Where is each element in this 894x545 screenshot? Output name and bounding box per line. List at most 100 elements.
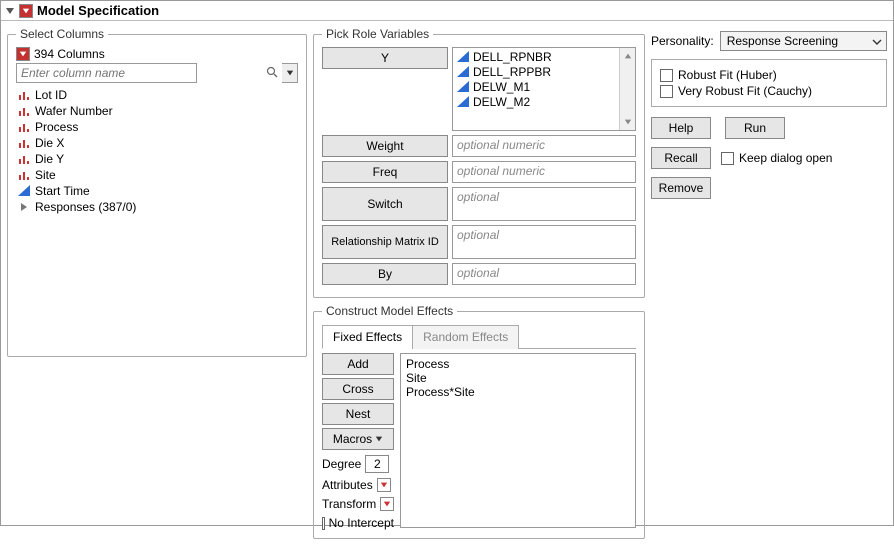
effect-item[interactable]: Process*Site — [406, 385, 630, 399]
very-robust-fit-checkbox[interactable] — [660, 85, 673, 98]
macros-button[interactable]: Macros — [322, 428, 394, 450]
column-label: Start Time — [35, 184, 90, 198]
middle-column: Pick Role Variables Y DELL_RPNBR DELL_RP… — [313, 27, 645, 539]
list-item[interactable]: Die Y — [16, 151, 298, 167]
attributes-hotspot-button[interactable] — [377, 478, 391, 492]
column-list[interactable]: Lot ID Wafer Number Process Die X — [16, 87, 298, 337]
search-icon — [266, 66, 278, 78]
effects-buttons: Add Cross Nest Macros Degree Attributes — [322, 353, 394, 530]
list-item[interactable]: Die X — [16, 135, 298, 151]
no-intercept-row[interactable]: No Intercept — [322, 516, 394, 530]
relmatrix-button[interactable]: Relationship Matrix ID — [322, 225, 448, 259]
nominal-icon — [18, 153, 30, 165]
recall-button[interactable]: Recall — [651, 147, 711, 169]
nominal-icon — [18, 169, 30, 181]
by-button[interactable]: By — [322, 263, 448, 285]
transform-row: Transform — [322, 497, 394, 511]
cross-button[interactable]: Cross — [322, 378, 394, 400]
freq-button[interactable]: Freq — [322, 161, 448, 183]
freq-field[interactable]: optional numeric — [452, 161, 636, 183]
personality-select[interactable]: Response Screening — [720, 31, 887, 51]
hotspot-button[interactable] — [19, 4, 33, 18]
relmatrix-field[interactable]: optional — [452, 225, 636, 259]
y-item[interactable]: DELL_RPNBR — [457, 50, 615, 65]
remove-button[interactable]: Remove — [651, 177, 711, 199]
help-button[interactable]: Help — [651, 117, 711, 139]
select-columns-panel: Select Columns 394 Columns — [7, 27, 307, 539]
tab-random-effects[interactable]: Random Effects — [412, 325, 519, 349]
list-item[interactable]: Lot ID — [16, 87, 298, 103]
y-list-inner: DELL_RPNBR DELL_RPPBR DELW_M1 DELW_M2 — [453, 48, 619, 130]
y-item[interactable]: DELL_RPPBR — [457, 65, 615, 80]
nominal-icon — [18, 89, 30, 101]
disclosure-icon[interactable] — [5, 6, 15, 16]
list-item[interactable]: Wafer Number — [16, 103, 298, 119]
pick-role-fieldset: Pick Role Variables Y DELL_RPNBR DELL_RP… — [313, 27, 645, 298]
switch-button[interactable]: Switch — [322, 187, 448, 221]
switch-row: Switch optional — [322, 187, 636, 221]
list-item[interactable]: Process — [16, 119, 298, 135]
list-item[interactable]: Responses (387/0) — [16, 199, 298, 215]
scroll-track[interactable] — [620, 64, 635, 114]
expand-icon[interactable] — [19, 202, 29, 212]
y-list[interactable]: DELL_RPNBR DELL_RPPBR DELW_M1 DELW_M2 — [452, 47, 636, 131]
transform-label: Transform — [322, 497, 376, 511]
help-run-row: Help Run — [651, 117, 887, 139]
window-title: Model Specification — [37, 3, 159, 18]
robust-fit-checkbox[interactable] — [660, 69, 673, 82]
column-label: Wafer Number — [35, 104, 113, 118]
columns-hotspot-button[interactable] — [16, 47, 30, 61]
construct-effects-legend: Construct Model Effects — [322, 304, 457, 318]
column-label: Lot ID — [35, 88, 67, 102]
attributes-row: Attributes — [322, 478, 394, 492]
robust-fit-row[interactable]: Robust Fit (Huber) — [660, 68, 878, 82]
weight-row: Weight optional numeric — [322, 135, 636, 157]
y-button[interactable]: Y — [322, 47, 448, 69]
keep-open-checkbox[interactable] — [721, 152, 734, 165]
switch-field[interactable]: optional — [452, 187, 636, 221]
degree-input[interactable] — [365, 455, 389, 473]
transform-hotspot-button[interactable] — [380, 497, 394, 511]
column-label: Site — [35, 168, 56, 182]
continuous-icon — [457, 81, 469, 93]
list-item[interactable]: Start Time — [16, 183, 298, 199]
nominal-icon — [18, 121, 30, 133]
by-field[interactable]: optional — [452, 263, 636, 285]
select-columns-fieldset: Select Columns 394 Columns — [7, 27, 307, 357]
degree-row: Degree — [322, 455, 394, 473]
content: Select Columns 394 Columns — [1, 21, 893, 545]
y-item-label: DELW_M1 — [473, 80, 530, 94]
y-item[interactable]: DELW_M2 — [457, 95, 615, 110]
scroll-down-icon[interactable] — [620, 114, 635, 130]
list-item[interactable]: Site — [16, 167, 298, 183]
add-button[interactable]: Add — [322, 353, 394, 375]
search-dropdown-button[interactable] — [282, 63, 298, 83]
continuous-icon — [457, 51, 469, 63]
column-label: Die Y — [35, 152, 64, 166]
no-intercept-checkbox[interactable] — [322, 517, 325, 530]
continuous-icon — [457, 66, 469, 78]
pick-role-legend: Pick Role Variables — [322, 27, 433, 41]
effect-item[interactable]: Site — [406, 371, 630, 385]
keep-open-row[interactable]: Keep dialog open — [721, 151, 832, 165]
titlebar: Model Specification — [1, 1, 893, 21]
run-button[interactable]: Run — [725, 117, 785, 139]
search-input[interactable] — [16, 63, 197, 83]
y-scrollbar[interactable] — [619, 48, 635, 130]
effects-tabs: Fixed Effects Random Effects — [322, 324, 636, 349]
weight-button[interactable]: Weight — [322, 135, 448, 157]
tab-fixed-effects[interactable]: Fixed Effects — [322, 325, 413, 349]
y-item[interactable]: DELW_M1 — [457, 80, 615, 95]
keep-open-label: Keep dialog open — [739, 151, 832, 165]
column-label: Die X — [35, 136, 64, 150]
effect-item[interactable]: Process — [406, 357, 630, 371]
nest-button[interactable]: Nest — [322, 403, 394, 425]
scroll-up-icon[interactable] — [620, 48, 635, 64]
effects-list[interactable]: Process Site Process*Site — [400, 353, 636, 528]
personality-row: Personality: Response Screening — [651, 31, 887, 51]
continuous-icon — [457, 96, 469, 108]
chevron-down-icon — [375, 435, 383, 443]
weight-field[interactable]: optional numeric — [452, 135, 636, 157]
very-robust-fit-row[interactable]: Very Robust Fit (Cauchy) — [660, 84, 878, 98]
y-row: Y DELL_RPNBR DELL_RPPBR DELW_M1 DELW_M2 — [322, 47, 636, 131]
